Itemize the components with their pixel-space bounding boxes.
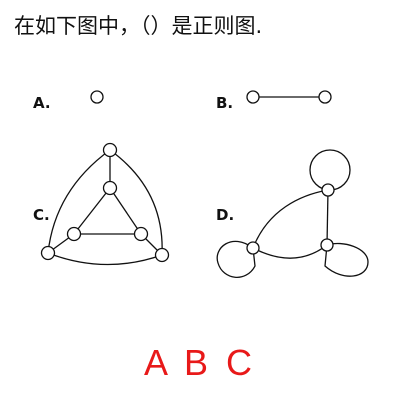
graph-d xyxy=(216,149,369,278)
option-label-b: B. xyxy=(216,94,233,112)
graph-c-vertex xyxy=(133,226,149,242)
graph-c-outer-edge-right xyxy=(109,149,163,256)
graph-b-vertex-left xyxy=(246,90,260,104)
graph-a xyxy=(90,90,104,104)
graph-c xyxy=(40,142,170,266)
graph-c-vertex xyxy=(102,180,118,196)
graph-c-inner-edge-right xyxy=(109,187,142,235)
graph-figure: A. B. C. D. xyxy=(33,90,369,278)
answer-text: A B C xyxy=(143,342,257,383)
graph-c-vertex xyxy=(40,245,56,261)
graph-d-vertex-left xyxy=(246,241,260,255)
graph-b-vertex-right xyxy=(318,90,332,104)
graph-d-edge-top-right xyxy=(326,189,329,246)
graph-d-vertex-top xyxy=(321,183,335,197)
option-label-d: D. xyxy=(216,206,234,224)
graph-c-vertex xyxy=(66,226,82,242)
graph-c-vertex xyxy=(102,142,118,158)
graph-d-edge-top-left xyxy=(252,189,329,249)
option-label-a: A. xyxy=(33,94,51,112)
graph-d-vertex-right xyxy=(320,238,334,252)
graph-c-inner-edge-left xyxy=(73,187,111,235)
graph-a-vertex xyxy=(90,90,104,104)
graph-c-vertex xyxy=(154,247,170,263)
graph-d-edge-bottom xyxy=(252,244,328,259)
graph-c-outer-edge-bottom xyxy=(47,252,163,266)
graph-b xyxy=(246,90,332,104)
option-label-c: C. xyxy=(33,206,50,224)
